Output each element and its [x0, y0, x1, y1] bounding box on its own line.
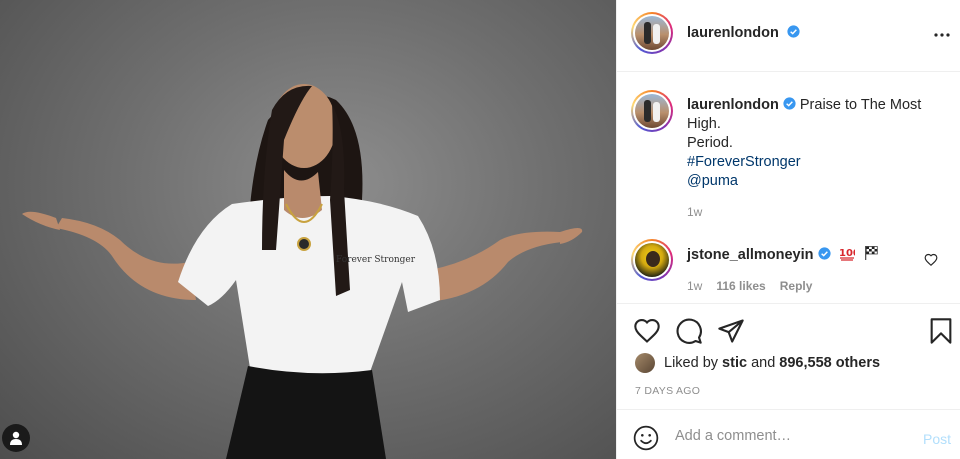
- caption-time[interactable]: 1w: [687, 205, 702, 219]
- likes-count[interactable]: 896,558 others: [779, 355, 880, 371]
- comment-likes[interactable]: 116 likes: [716, 279, 765, 293]
- heart-icon[interactable]: [633, 317, 661, 345]
- verified-icon: [817, 247, 831, 260]
- caption-line-2: High.: [687, 116, 721, 132]
- post-header: laurenlondon: [617, 0, 960, 72]
- mention-link[interactable]: @puma: [687, 173, 738, 189]
- post-sidebar: laurenlondon laurenlondon Praise to The …: [616, 0, 960, 459]
- comment: jstone_allmoneyin 100: [687, 245, 879, 263]
- comment-meta: 1w 116 likes Reply: [687, 279, 812, 293]
- post-actions: Liked by stic and 896,558 others 7 DAYS …: [617, 303, 960, 409]
- liker-username[interactable]: stic: [722, 355, 747, 371]
- likes-middle: and: [747, 355, 780, 371]
- caption: laurenlondon Praise to The Most High. Pe…: [687, 96, 947, 191]
- likes-prefix: Liked by: [664, 355, 723, 371]
- hashtag-link[interactable]: #ForeverStronger: [687, 154, 801, 170]
- comment-username[interactable]: jstone_allmoneyin: [687, 247, 814, 263]
- author-avatar[interactable]: [631, 12, 673, 54]
- author-username[interactable]: laurenlondon: [687, 25, 779, 41]
- smile-icon[interactable]: [633, 425, 659, 451]
- shirt-text: Forever Stronger: [336, 255, 416, 265]
- caption-username[interactable]: laurenlondon: [687, 97, 779, 113]
- user-tag-icon: [10, 431, 22, 445]
- commenter-avatar[interactable]: [631, 239, 673, 281]
- comment-icon[interactable]: [675, 317, 703, 345]
- caption-avatar[interactable]: [631, 90, 673, 132]
- author-username-row: laurenlondon: [687, 25, 800, 41]
- hundred-emoji-icon: 100: [839, 248, 855, 261]
- svg-text:100: 100: [839, 248, 855, 259]
- reply-button[interactable]: Reply: [780, 279, 813, 293]
- comment-like-heart-icon[interactable]: [924, 253, 938, 267]
- bookmark-icon[interactable]: [927, 317, 955, 345]
- share-icon[interactable]: [717, 317, 745, 345]
- post-comment-button[interactable]: Post: [923, 431, 951, 447]
- woman-photo: Forever Stronger: [22, 84, 583, 459]
- caption-line-1: Praise to The Most: [799, 97, 922, 113]
- verified-icon: [787, 25, 800, 38]
- user-tag-button[interactable]: [2, 424, 30, 452]
- more-icon[interactable]: [930, 23, 954, 47]
- caption-line-3: Period.: [687, 135, 733, 151]
- post-photo[interactable]: Forever Stronger: [0, 0, 616, 459]
- verified-icon: [783, 97, 796, 110]
- post-time[interactable]: 7 DAYS AGO: [635, 385, 700, 397]
- checkered-flag-icon: [864, 246, 878, 260]
- comment-time[interactable]: 1w: [687, 279, 702, 293]
- add-comment-input[interactable]: [675, 424, 905, 448]
- liker-avatar[interactable]: [635, 353, 655, 373]
- add-comment-bar: Post: [617, 409, 960, 459]
